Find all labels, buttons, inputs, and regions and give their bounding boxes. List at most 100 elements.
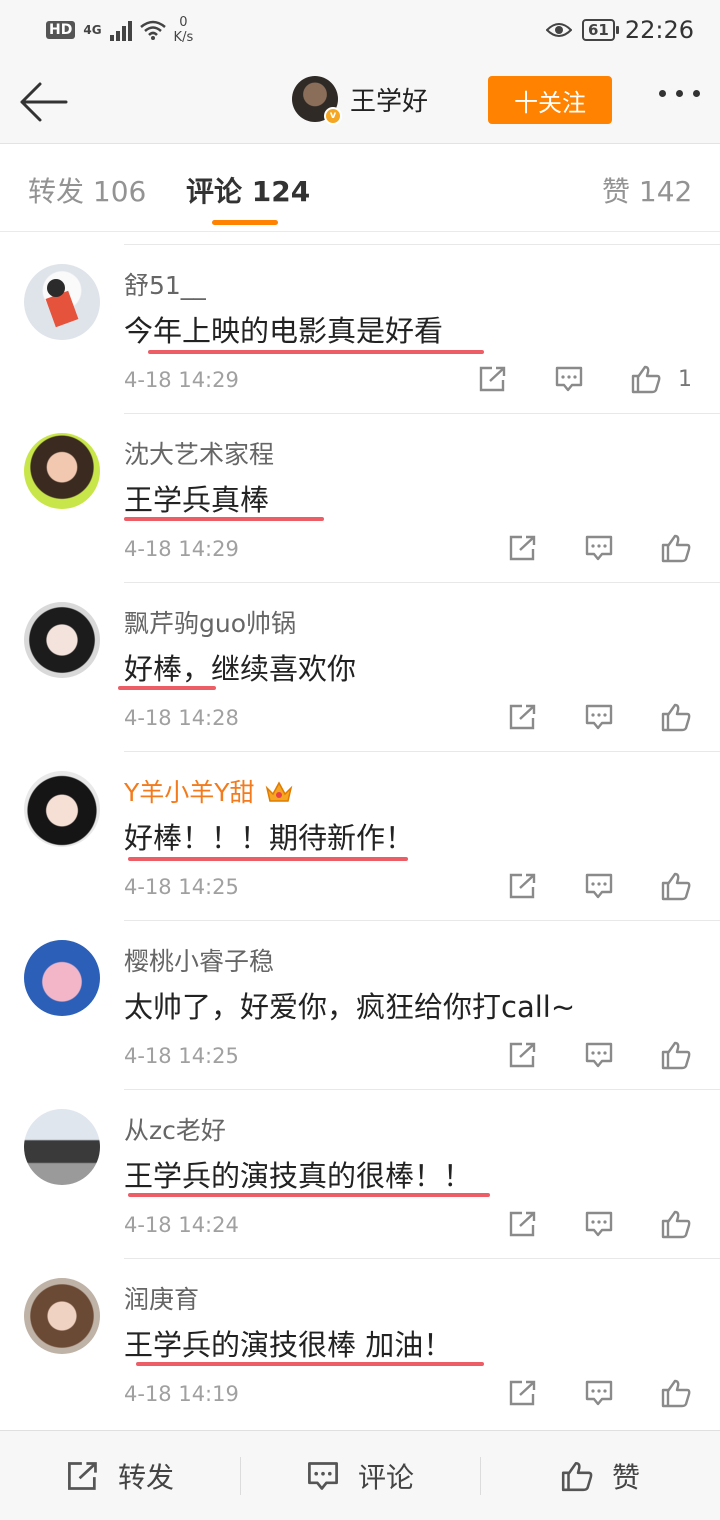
- comment-username[interactable]: 飘芹驹guo帅锅: [124, 604, 296, 640]
- status-left: HD 4G 0 K/s: [46, 15, 193, 45]
- thumbs-up-icon[interactable]: [660, 1209, 692, 1239]
- comment-actions: [508, 1378, 692, 1408]
- clock: 22:26: [624, 16, 694, 44]
- nav-username[interactable]: 王学好: [350, 81, 428, 118]
- comment-time: 4-18 14:19: [124, 1382, 239, 1406]
- comment-icon[interactable]: [584, 1040, 616, 1070]
- comment-text: 今年上映的电影真是好看: [124, 314, 444, 348]
- comment-label: 评论: [357, 1460, 414, 1494]
- highlight-underline: [128, 857, 408, 861]
- comment-item: 从zc老好 王学兵的演技真的很棒！！ 4-18 14:24: [0, 1089, 720, 1258]
- comment-item: 飘芹驹guo帅锅 好棒，继续喜欢你 4-18 14:28: [0, 582, 720, 751]
- highlight-underline: [148, 350, 484, 354]
- comment-time: 4-18 14:24: [124, 1213, 239, 1237]
- repost-icon[interactable]: [508, 1378, 540, 1408]
- divider: [124, 244, 720, 245]
- like-button[interactable]: 赞: [480, 1431, 720, 1520]
- speed-value: 0: [179, 15, 188, 30]
- thumbs-up-icon[interactable]: [660, 871, 692, 901]
- avatar[interactable]: [24, 1278, 100, 1354]
- thumbs-up-icon[interactable]: [660, 1040, 692, 1070]
- repost-icon[interactable]: [478, 364, 510, 394]
- comment-username[interactable]: 沈大艺术家程: [124, 435, 274, 471]
- comment-icon[interactable]: [584, 1209, 616, 1239]
- thumbs-up-icon[interactable]: [660, 1378, 692, 1408]
- highlight-underline: [118, 686, 216, 690]
- back-arrow-icon[interactable]: [18, 80, 70, 124]
- comment-username[interactable]: 舒51__: [124, 266, 206, 302]
- comment-text: 太帅了，好爱你，疯狂给你打call~: [124, 990, 576, 1024]
- vip-username-text: Y羊小羊Y甜: [124, 778, 255, 807]
- nav-user[interactable]: v 王学好: [292, 76, 428, 125]
- nav-bar: v 王学好 十关注: [0, 60, 720, 144]
- avatar[interactable]: [24, 771, 100, 847]
- comment-icon[interactable]: [584, 533, 616, 563]
- thumbs-up-icon[interactable]: [660, 702, 692, 732]
- comment-actions: [508, 871, 692, 901]
- avatar[interactable]: [24, 264, 100, 340]
- avatar[interactable]: v: [292, 76, 342, 125]
- repost-button[interactable]: 转发: [0, 1431, 240, 1520]
- signal-icon: [109, 19, 132, 41]
- comment-username[interactable]: 樱桃小睿子稳: [124, 942, 274, 978]
- repost-icon[interactable]: [508, 1040, 540, 1070]
- repost-icon[interactable]: [508, 871, 540, 901]
- divider: [124, 751, 720, 752]
- hd-indicator: HD: [46, 21, 76, 39]
- comment-item: Y羊小羊Y甜 好棒！！！期待新作！ 4-18 14:25: [0, 751, 720, 920]
- comment-icon[interactable]: [584, 1378, 616, 1408]
- thumbs-up-icon[interactable]: [630, 364, 662, 394]
- tab-indicator: [212, 220, 278, 225]
- tab-bar: 转发 106 评论 124 赞 142: [0, 144, 720, 232]
- follow-button[interactable]: 十关注: [488, 76, 612, 124]
- divider: [124, 920, 720, 921]
- avatar[interactable]: [24, 1109, 100, 1185]
- eye-icon: [545, 23, 572, 37]
- divider: [124, 1258, 720, 1259]
- divider: [124, 413, 720, 414]
- comment-button[interactable]: 评论: [240, 1431, 480, 1520]
- tab-repost[interactable]: 转发 106: [28, 170, 146, 210]
- comment-actions: [508, 1209, 692, 1239]
- repost-label: 转发: [117, 1460, 174, 1494]
- comment-actions: [508, 1040, 692, 1070]
- comment-text: 王学兵的演技真的很棒！！: [124, 1159, 473, 1193]
- like-group[interactable]: 1: [630, 364, 692, 394]
- wifi-icon: [139, 20, 166, 40]
- like-label: 赞: [611, 1460, 640, 1494]
- comment-text: 王学兵真棒: [124, 483, 270, 517]
- comment-icon[interactable]: [584, 871, 616, 901]
- repost-icon: [68, 1461, 97, 1490]
- comment-icon[interactable]: [554, 364, 586, 394]
- like-count: 1: [678, 366, 692, 392]
- comment-icon[interactable]: [584, 702, 616, 732]
- bottom-action-bar: 转发 评论 赞: [0, 1430, 720, 1520]
- comment-text: 好棒！！！期待新作！: [124, 821, 415, 855]
- status-right: 61 22:26: [545, 16, 694, 44]
- comment-time: 4-18 14:25: [124, 1044, 239, 1068]
- comment-actions: [508, 702, 692, 732]
- comment-username[interactable]: Y羊小羊Y甜: [124, 773, 293, 809]
- network-type: 4G: [83, 23, 102, 37]
- network-speed: 0 K/s: [174, 15, 194, 45]
- more-dots-icon[interactable]: [659, 90, 700, 97]
- avatar[interactable]: [24, 433, 100, 509]
- repost-icon[interactable]: [508, 533, 540, 563]
- comment-item: 舒51__ 今年上映的电影真是好看 4-18 14:29 1: [0, 244, 720, 413]
- tab-comments[interactable]: 评论 124: [186, 170, 310, 210]
- highlight-underline: [128, 1193, 490, 1197]
- comment-icon: [308, 1461, 338, 1490]
- thumbs-up-icon[interactable]: [660, 533, 692, 563]
- avatar[interactable]: [24, 940, 100, 1016]
- tab-likes[interactable]: 赞 142: [602, 170, 692, 210]
- thumbs-up-icon: [561, 1461, 593, 1491]
- repost-icon[interactable]: [508, 702, 540, 732]
- comment-username[interactable]: 润庚育: [124, 1280, 199, 1316]
- verified-badge: v: [324, 107, 342, 125]
- comment-actions: [508, 533, 692, 563]
- repost-icon[interactable]: [508, 1209, 540, 1239]
- comment-username[interactable]: 从zc老好: [124, 1111, 226, 1147]
- comment-time: 4-18 14:25: [124, 875, 239, 899]
- avatar[interactable]: [24, 602, 100, 678]
- comment-item: 润庚育 王学兵的演技很棒 加油！ 4-18 14:19: [0, 1258, 720, 1427]
